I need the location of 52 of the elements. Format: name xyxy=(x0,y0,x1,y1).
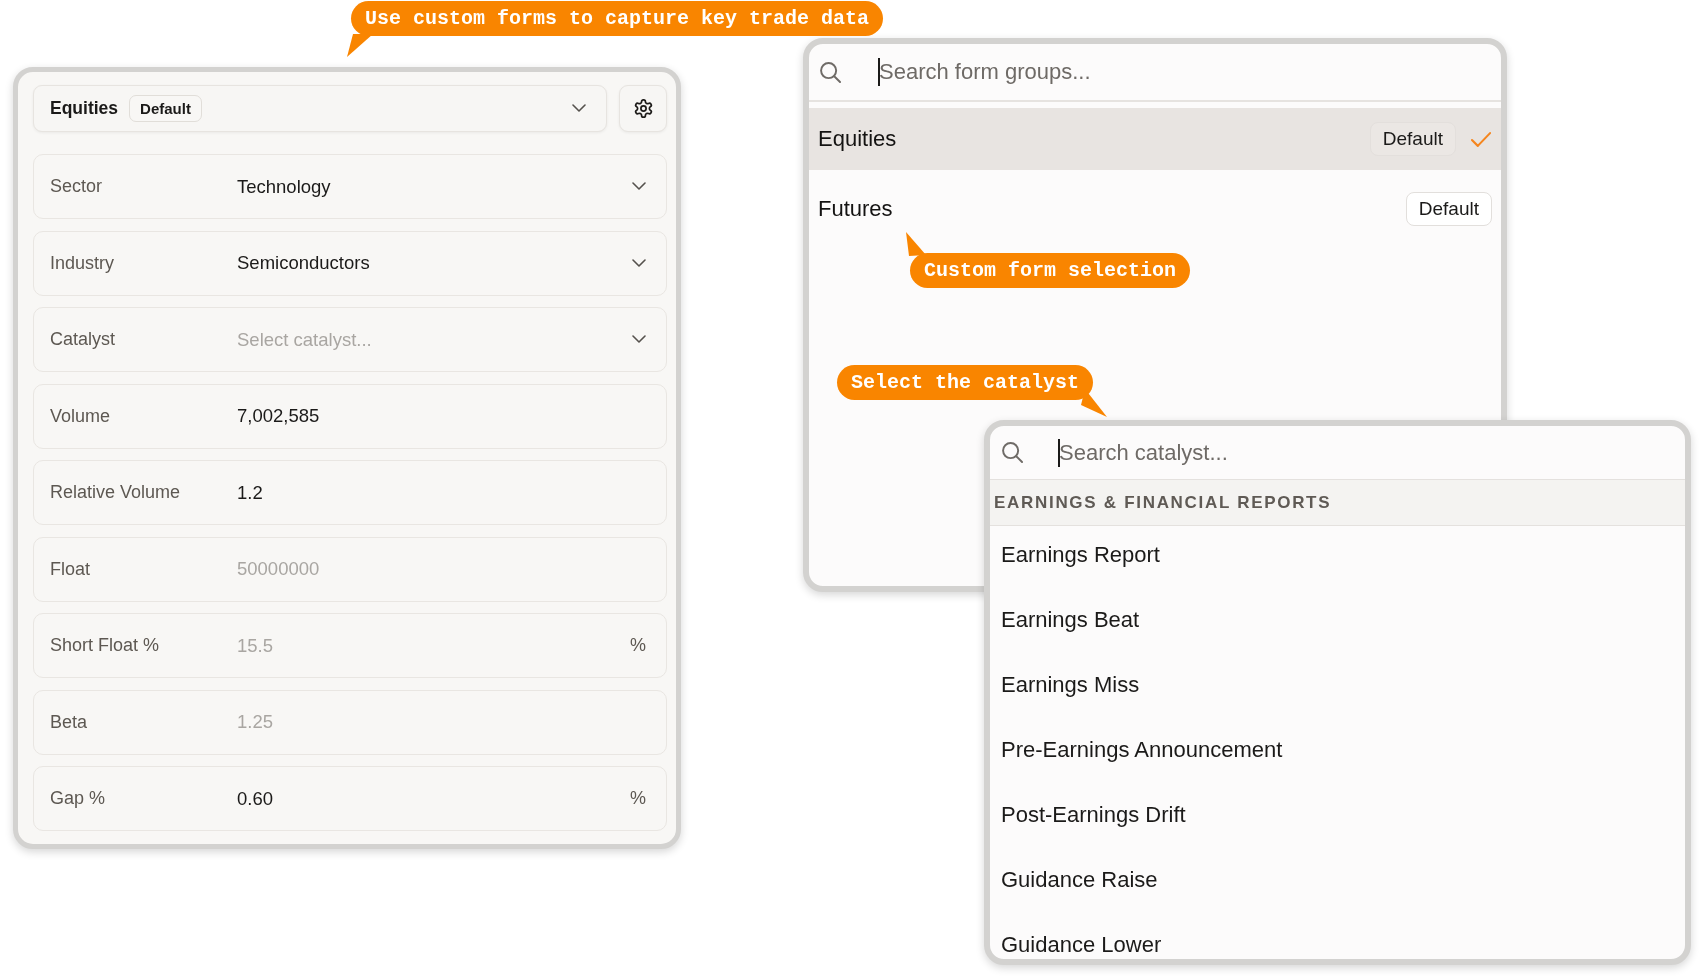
callout-label: Custom form selection xyxy=(910,253,1191,288)
default-badge: Default xyxy=(129,95,202,122)
select-value: Technology xyxy=(237,175,332,198)
menu-item[interactable]: Futures Default xyxy=(809,178,1501,240)
callout-label: Select the catalyst xyxy=(837,365,1094,400)
chevron-down-icon xyxy=(632,258,646,268)
input-field[interactable]: 15.5 xyxy=(237,634,630,657)
default-badge: Default xyxy=(1405,192,1492,226)
select-field[interactable]: Industry Semiconductors xyxy=(33,230,667,296)
field-label: Industry xyxy=(50,252,116,274)
field-label: Short Float % xyxy=(50,635,161,656)
input-field[interactable]: 1.2 xyxy=(237,481,646,504)
chevron-down-icon xyxy=(632,182,646,191)
menu-item[interactable]: Earnings Miss xyxy=(1001,672,1140,698)
menu-item[interactable]: Earnings Beat xyxy=(1001,607,1140,633)
unit-label: % xyxy=(630,635,646,656)
field-label: Relative Volume xyxy=(50,482,182,503)
menu-item[interactable]: Guidance Raise xyxy=(1001,867,1158,893)
chevron-down-icon xyxy=(632,335,646,344)
field-label: Gap % xyxy=(50,788,107,809)
field-label: Volume xyxy=(50,405,112,427)
menu-item[interactable]: Earnings Report xyxy=(1001,542,1160,568)
select-placeholder: Select catalyst... xyxy=(237,328,373,351)
select-field[interactable]: Catalyst Select catalyst... xyxy=(33,307,667,372)
field-label: Beta xyxy=(50,711,89,733)
menu-item[interactable]: Equities Default xyxy=(809,108,1501,170)
input-field[interactable]: 50000000 xyxy=(237,558,646,580)
unit-label: % xyxy=(630,788,646,809)
default-badge: Default xyxy=(1369,122,1456,156)
check-icon xyxy=(1470,130,1492,148)
pointer-icon xyxy=(906,232,926,256)
menu-item[interactable]: Post-Earnings Drift xyxy=(1001,802,1186,828)
settings-button[interactable] xyxy=(619,85,667,132)
menu-item[interactable]: Pre-Earnings Announcement xyxy=(1001,737,1283,763)
search-field[interactable]: Search catalyst... xyxy=(1059,439,1673,466)
field-label: Float xyxy=(50,558,92,580)
menu-item[interactable]: Guidance Lower xyxy=(1001,932,1162,958)
field-label: Catalyst xyxy=(50,329,117,350)
select-value: Semiconductors xyxy=(237,252,371,274)
input-field[interactable]: 1.25 xyxy=(237,711,646,733)
input-field[interactable]: 0.60 xyxy=(237,787,630,810)
field-label: Sector xyxy=(50,176,104,197)
chevron-down-icon xyxy=(572,104,586,113)
input-field[interactable]: 7,002,585 xyxy=(237,405,646,427)
search-icon xyxy=(820,61,841,83)
settings-icon xyxy=(633,99,653,118)
form-group-select[interactable]: Equities Default xyxy=(33,85,607,132)
select-field[interactable]: Sector Technology xyxy=(33,154,667,219)
pointer-icon xyxy=(347,34,373,57)
section-header: EARNINGS & FINANCIAL REPORTS xyxy=(990,480,1685,526)
search-icon xyxy=(1002,442,1023,463)
search-field[interactable]: Search form groups... xyxy=(879,59,1489,85)
